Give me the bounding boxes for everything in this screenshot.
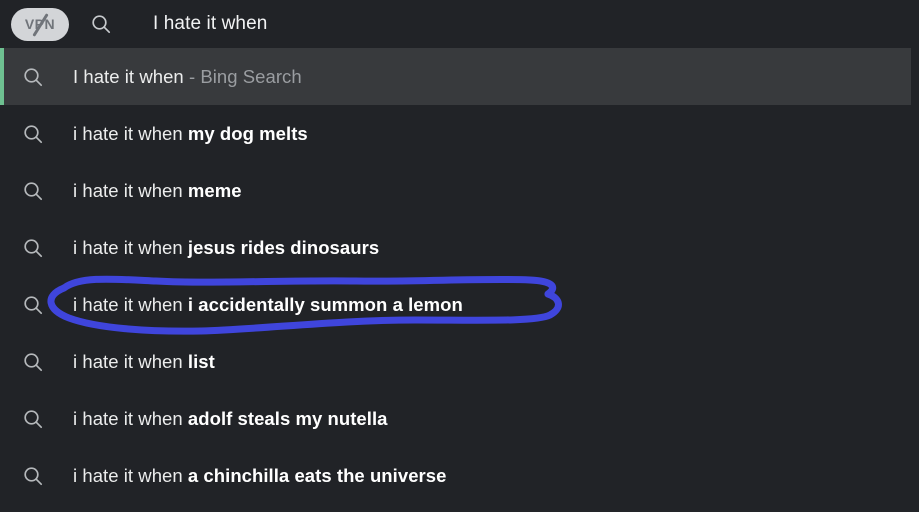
suggestion-engine-suffix: - Bing Search — [183, 65, 302, 87]
search-icon — [21, 293, 45, 317]
suggestion-label: i hate it when adolf steals my nutella — [73, 408, 387, 430]
search-icon — [21, 122, 45, 146]
search-icon — [21, 65, 45, 89]
suggestion-row-meme[interactable]: i hate it when meme — [0, 162, 919, 219]
suggestion-completion: i accidentally summon a lemon — [187, 293, 463, 315]
suggestion-row-bing-search[interactable]: I hate it when - Bing Search — [0, 48, 911, 105]
suggestion-label: i hate it when a chinchilla eats the uni… — [73, 465, 446, 487]
suggestion-row-adolf-steals-my-nutella[interactable]: i hate it when adolf steals my nutella — [0, 390, 919, 447]
vpn-disabled-badge[interactable]: VPN — [11, 7, 69, 41]
search-icon — [21, 464, 45, 488]
suggestion-prefix: i hate it when — [73, 293, 188, 315]
browser-toolbar: VPN I hate it when — [0, 0, 919, 48]
search-icon — [89, 12, 113, 36]
suggestion-label: i hate it when list — [73, 351, 215, 373]
suggestion-prefix: i hate it when — [73, 464, 188, 486]
suggestion-row-jesus-rides-dinosaurs[interactable]: i hate it when jesus rides dinosaurs — [0, 219, 919, 276]
suggestion-completion: list — [187, 350, 215, 372]
suggestion-prefix: i hate it when — [73, 407, 188, 429]
suggestion-completion: my dog melts — [187, 122, 308, 144]
suggestion-prefix: I hate it when — [73, 65, 184, 87]
suggestion-row-my-dog-melts[interactable]: i hate it when my dog melts — [0, 105, 919, 162]
suggestion-row-accidentally-summon-a-lemon[interactable]: i hate it when i accidentally summon a l… — [0, 276, 919, 333]
suggestion-label: i hate it when i accidentally summon a l… — [73, 294, 463, 316]
suggestion-completion: meme — [187, 179, 242, 201]
search-icon — [21, 236, 45, 260]
suggestion-row-list[interactable]: i hate it when list — [0, 333, 919, 390]
search-suggestion-list: I hate it when - Bing Search i hate it w… — [0, 48, 919, 504]
search-icon — [21, 350, 45, 374]
suggestion-label: i hate it when meme — [73, 180, 242, 202]
suggestion-prefix: i hate it when — [73, 236, 188, 258]
search-icon — [21, 179, 45, 203]
suggestion-prefix: i hate it when — [73, 122, 188, 144]
suggestion-completion: adolf steals my nutella — [187, 407, 388, 429]
browser-window: VPN I hate it when I hate it when - Bing… — [0, 0, 919, 520]
suggestion-completion: a chinchilla eats the universe — [187, 464, 447, 486]
suggestion-prefix: i hate it when — [73, 179, 188, 201]
address-search-input[interactable]: I hate it when — [153, 13, 267, 35]
suggestion-label: i hate it when my dog melts — [73, 123, 308, 145]
suggestion-completion: jesus rides dinosaurs — [187, 236, 380, 258]
search-icon — [21, 407, 45, 431]
suggestion-label: I hate it when - Bing Search — [73, 66, 302, 88]
selected-row-accent-bar — [0, 48, 4, 105]
suggestion-label: i hate it when jesus rides dinosaurs — [73, 237, 379, 259]
page-content-strip — [0, 512, 919, 520]
suggestion-row-a-chinchilla-eats-the-universe[interactable]: i hate it when a chinchilla eats the uni… — [0, 447, 919, 504]
suggestion-prefix: i hate it when — [73, 350, 188, 372]
